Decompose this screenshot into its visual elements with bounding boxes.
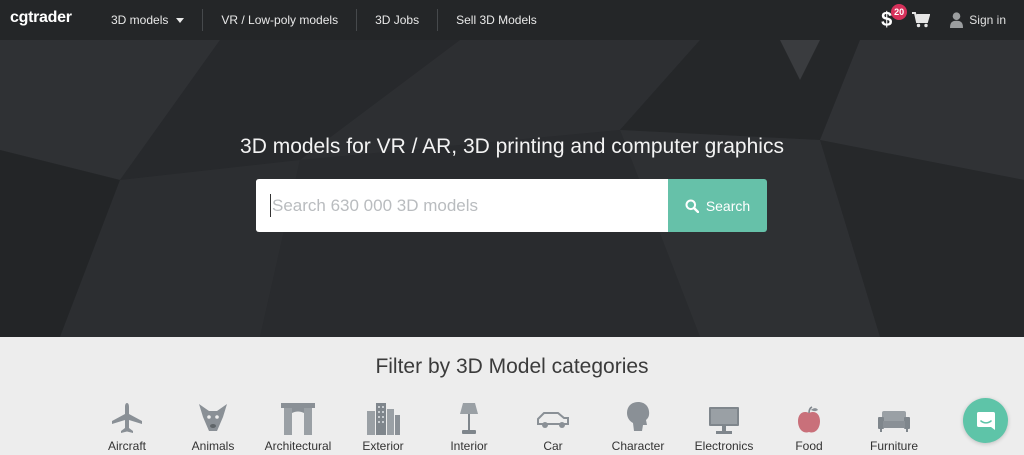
category-label: Character xyxy=(611,439,665,453)
user-icon xyxy=(950,12,964,28)
category-interior[interactable]: Interior xyxy=(424,399,514,453)
chevron-down-icon xyxy=(176,17,185,23)
category-label: Electronics xyxy=(694,439,754,453)
category-label: Interior xyxy=(450,439,488,453)
search-input[interactable] xyxy=(256,179,668,232)
furniture-icon xyxy=(878,411,910,432)
nav-vr-lowpoly[interactable]: VR / Low-poly models xyxy=(202,9,356,31)
animals-icon xyxy=(199,404,227,431)
architectural-icon xyxy=(281,403,315,435)
category-car[interactable]: Car xyxy=(508,399,598,453)
search-form: Search xyxy=(256,179,767,232)
search-icon xyxy=(685,199,699,213)
category-exterior[interactable]: Exterior xyxy=(338,399,428,453)
category-label: Furniture xyxy=(869,439,919,453)
category-character[interactable]: Character xyxy=(593,399,683,453)
sign-in-link[interactable]: Sign in xyxy=(950,12,1006,28)
cart-button[interactable] xyxy=(912,12,931,28)
category-label: Exterior xyxy=(362,439,404,453)
nav-3d-models-label: 3D models xyxy=(111,13,169,27)
search-input-wrapper xyxy=(256,179,668,232)
category-electronics[interactable]: Electronics xyxy=(679,399,769,453)
aircraft-icon xyxy=(112,403,142,433)
category-aircraft[interactable]: Aircraft xyxy=(82,399,172,453)
nav-3d-jobs-label: 3D Jobs xyxy=(375,13,420,27)
categories-title: Filter by 3D Model categories xyxy=(375,355,649,378)
category-label: Architectural xyxy=(264,439,332,453)
nav-sell-3d-models[interactable]: Sell 3D Models xyxy=(437,9,555,31)
hero-section: 3D models for VR / AR, 3D printing and c… xyxy=(0,40,1024,337)
character-icon xyxy=(627,402,650,431)
search-button[interactable]: Search xyxy=(668,179,767,232)
exterior-icon xyxy=(367,403,400,435)
chat-widget-button[interactable] xyxy=(963,398,1008,443)
category-animals[interactable]: Animals xyxy=(168,399,258,453)
category-label: Animals xyxy=(191,439,235,453)
car-icon xyxy=(537,412,569,428)
top-navbar: cgtrader 3D models VR / Low-poly models … xyxy=(0,0,1024,40)
notification-badge: 20 xyxy=(891,3,908,20)
sign-in-label: Sign in xyxy=(969,13,1006,27)
category-food[interactable]: Food xyxy=(764,399,854,453)
interior-icon xyxy=(460,403,478,434)
hero-title: 3D models for VR / AR, 3D printing and c… xyxy=(240,135,784,158)
cart-icon xyxy=(912,12,931,28)
categories-section: Filter by 3D Model categories Aircraft A… xyxy=(0,337,1024,455)
category-label: Aircraft xyxy=(107,439,146,453)
category-furniture[interactable]: Furniture xyxy=(849,399,939,453)
main-nav: 3D models VR / Low-poly models 3D Jobs S… xyxy=(93,0,555,40)
food-icon xyxy=(798,406,820,433)
category-label: Food xyxy=(795,439,823,453)
search-button-label: Search xyxy=(705,197,751,214)
category-label: Car xyxy=(543,439,563,453)
nav-3d-jobs[interactable]: 3D Jobs xyxy=(356,9,437,31)
user-nav: $ 20 Sign in xyxy=(881,0,1006,40)
text-cursor xyxy=(270,194,271,217)
electronics-icon xyxy=(709,407,739,434)
cgtrader-logo[interactable]: cgtrader xyxy=(10,9,72,27)
earnings-button[interactable]: $ 20 xyxy=(881,3,908,32)
nav-sell-label: Sell 3D Models xyxy=(456,13,537,27)
nav-3d-models[interactable]: 3D models xyxy=(93,9,202,31)
category-architectural[interactable]: Architectural xyxy=(253,399,343,453)
chat-icon xyxy=(976,411,995,430)
nav-vr-lowpoly-label: VR / Low-poly models xyxy=(221,13,339,27)
